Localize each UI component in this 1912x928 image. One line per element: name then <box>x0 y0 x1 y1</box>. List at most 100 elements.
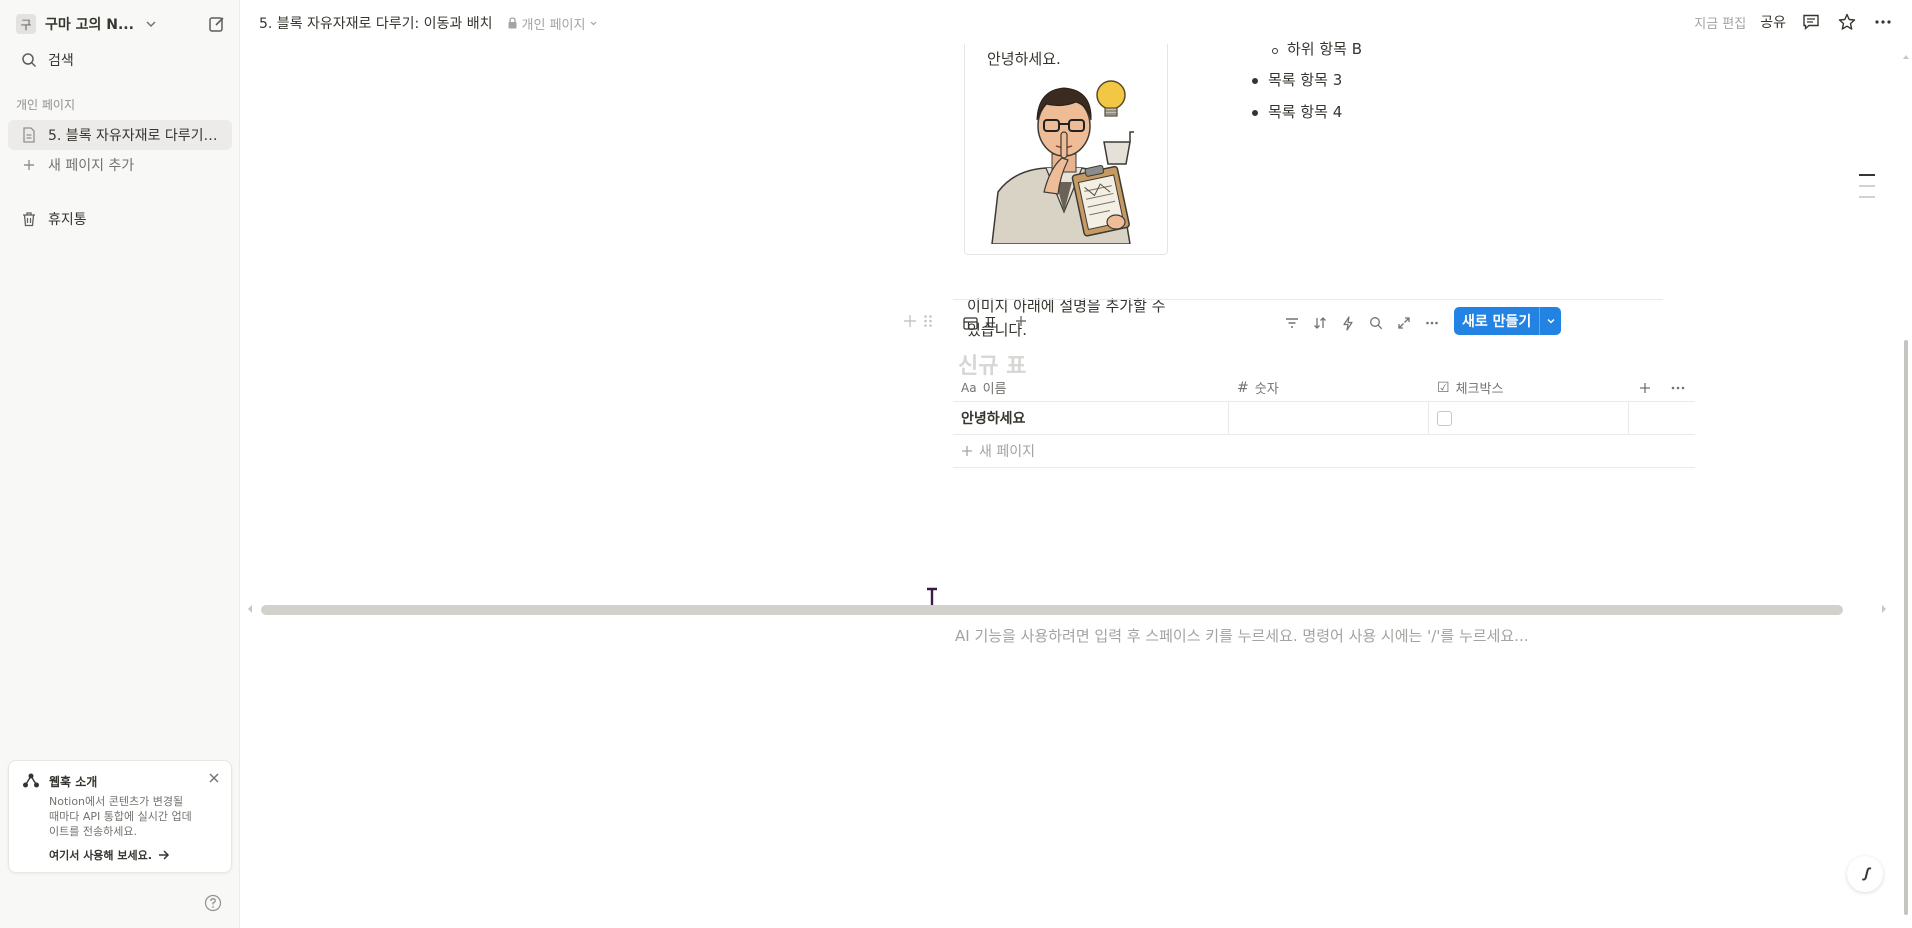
divider <box>953 299 1663 300</box>
more-icon[interactable] <box>1423 314 1441 332</box>
plus-icon[interactable] <box>903 314 917 328</box>
workspace-switcher[interactable]: 구 구마 고의 N... <box>8 10 232 38</box>
header-actions <box>1629 374 1695 401</box>
more-icon[interactable] <box>1671 386 1685 390</box>
tab-table-view[interactable]: 표 <box>963 313 997 333</box>
sidebar-item-label: 검색 <box>48 53 74 69</box>
expand-icon[interactable] <box>1395 314 1413 332</box>
sidebar-item-label: 새 페이지 추가 <box>48 158 135 174</box>
search-icon[interactable] <box>1367 314 1385 332</box>
add-view-icon[interactable] <box>1014 314 1028 328</box>
list-item[interactable]: 하위 항목 B <box>1287 38 1362 59</box>
image-block-text[interactable]: 안녕하세요. <box>987 48 1061 69</box>
trash-icon <box>18 208 40 230</box>
star-icon[interactable] <box>1836 11 1858 33</box>
scrollbar-thumb[interactable] <box>1904 340 1908 915</box>
webhook-promo-card: 웹훅 소개 Notion에서 콘텐츠가 변경될 때마다 API 통합에 실시간 … <box>8 760 232 873</box>
new-row-label: 새 페이지 <box>979 444 1035 460</box>
close-icon[interactable] <box>207 771 221 785</box>
column-header-checkbox[interactable]: ☑ 체크박스 <box>1429 374 1629 401</box>
list-bullet <box>1272 48 1278 54</box>
vertical-scrollbar[interactable] <box>1900 44 1912 928</box>
cell-checkbox <box>1429 402 1629 434</box>
add-column-icon[interactable] <box>1639 382 1651 394</box>
scroll-right-icon[interactable] <box>1880 604 1888 614</box>
comments-icon[interactable] <box>1800 11 1822 33</box>
column-label: 체크박스 <box>1455 382 1504 397</box>
cell-number[interactable] <box>1229 402 1429 434</box>
number-type-icon: # <box>1237 379 1249 396</box>
arrow-right-icon <box>158 850 169 860</box>
list-item[interactable]: 목록 항목 3 <box>1268 69 1342 90</box>
column-label: 숫자 <box>1254 382 1279 397</box>
table-row: 안녕하세요 <box>953 402 1695 435</box>
help-icon[interactable] <box>204 894 222 912</box>
breadcrumb: 5. 블록 자유자재로 다루기: 이동과 배치 개인 페이지 <box>259 13 598 33</box>
block-handles <box>903 314 933 328</box>
column-header-name[interactable]: Aa 이름 <box>953 374 1229 401</box>
new-button-label[interactable]: 새로 만들기 <box>1454 307 1539 335</box>
chevron-down-icon[interactable] <box>1539 307 1561 335</box>
page-title[interactable]: 5. 블록 자유자재로 다루기: 이동과 배치 <box>259 13 493 33</box>
lock-icon <box>508 17 517 29</box>
table-icon <box>963 316 978 330</box>
cell-value: 안녕하세요 <box>961 411 1026 427</box>
list-item[interactable]: 목록 항목 4 <box>1268 101 1342 122</box>
row-checkbox[interactable] <box>1437 410 1452 426</box>
list-bullet <box>1252 78 1258 84</box>
share-button[interactable]: 공유 <box>1760 12 1786 32</box>
text-type-icon: Aa <box>961 380 977 395</box>
sidebar-item-search[interactable]: 검색 <box>8 45 232 75</box>
column-header-number[interactable]: # 숫자 <box>1229 374 1429 401</box>
database-tools <box>1283 314 1441 332</box>
list-bullet <box>1252 110 1258 116</box>
sidebar-item-label: 휴지통 <box>48 212 87 228</box>
database-toolbar: 표 새로 만들기 <box>903 307 1663 341</box>
section-label-private[interactable]: 개인 페이지 <box>16 96 75 113</box>
automation-icon[interactable] <box>1339 314 1357 332</box>
sidebar: 구 구마 고의 N... 검색 개인 페이지 5. 블록 자유자재로 다루기: … <box>0 0 240 928</box>
search-icon <box>18 49 40 71</box>
sidebar-item-trash[interactable]: 휴지통 <box>8 204 232 234</box>
webhook-card-title: 웹훅 소개 <box>49 775 98 789</box>
new-row-button[interactable]: 새 페이지 <box>953 435 1695 468</box>
sidebar-item-add-page[interactable]: 새 페이지 추가 <box>8 150 232 180</box>
privacy-label: 개인 페이지 <box>521 17 586 33</box>
ai-icon: ꭍ <box>1862 865 1868 884</box>
edit-status: 지금 편집 <box>1694 16 1747 32</box>
privacy-selector[interactable]: 개인 페이지 <box>507 14 599 33</box>
more-icon[interactable] <box>1872 11 1894 33</box>
sidebar-item-label: 5. 블록 자유자재로 다루기: ... <box>48 128 218 144</box>
drag-handle-icon[interactable] <box>923 314 933 328</box>
cell-name[interactable]: 안녕하세요 <box>953 402 1229 434</box>
page-icon <box>18 124 40 146</box>
topbar-actions: 지금 편집 공유 <box>1694 11 1894 33</box>
new-button[interactable]: 새로 만들기 <box>1454 307 1562 335</box>
sort-icon[interactable] <box>1311 314 1329 332</box>
notion-ai-button[interactable]: ꭍ <box>1847 856 1883 892</box>
scroll-up-icon[interactable] <box>1902 54 1910 60</box>
workspace-name: 구마 고의 N... <box>45 17 134 33</box>
chevron-down-icon <box>591 21 597 25</box>
chevron-down-icon <box>146 21 156 28</box>
table-of-contents-minimap[interactable] <box>1859 174 1875 207</box>
new-page-icon[interactable] <box>205 12 229 36</box>
toc-marker[interactable] <box>1859 196 1875 198</box>
toc-marker[interactable] <box>1859 185 1875 187</box>
scroll-left-icon[interactable] <box>246 604 254 614</box>
webhook-cta-label: 여기서 사용해 보세요. <box>49 849 152 862</box>
topbar: 5. 블록 자유자재로 다루기: 이동과 배치 개인 페이지 지금 편집 공유 <box>241 0 1912 44</box>
horizontal-scrollbar[interactable] <box>241 600 1912 616</box>
workspace-avatar: 구 <box>16 14 36 34</box>
view-tab-label: 표 <box>984 316 997 332</box>
scrollbar-thumb[interactable] <box>261 605 1843 615</box>
editor-placeholder[interactable]: AI 기능을 사용하려면 입력 후 스페이스 키를 누르세요. 명령어 사용 시… <box>955 625 1528 646</box>
webhook-icon <box>23 773 39 788</box>
sidebar-item-current-page[interactable]: 5. 블록 자유자재로 다루기: ... <box>8 120 232 150</box>
filter-icon[interactable] <box>1283 314 1301 332</box>
checkbox-type-icon: ☑ <box>1437 379 1450 396</box>
webhook-card-cta[interactable]: 여기서 사용해 보세요. <box>49 847 219 863</box>
toc-marker[interactable] <box>1859 174 1875 176</box>
plus-icon <box>18 154 40 176</box>
scientist-illustration[interactable] <box>984 72 1144 244</box>
